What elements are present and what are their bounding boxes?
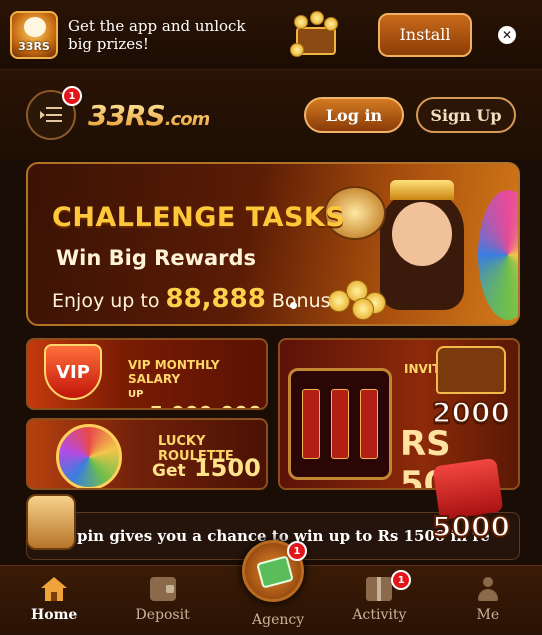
floating-treasure-chest-icon[interactable]	[436, 346, 506, 394]
vip-amount: 5,000,000	[149, 402, 262, 408]
roulette-amount: 1500	[193, 454, 261, 482]
menu-notification-badge: 1	[62, 86, 82, 106]
wallet-icon	[149, 577, 176, 601]
customer-service-icon[interactable]	[26, 494, 76, 550]
promo-enjoy-amount: 88,888	[165, 284, 266, 314]
menu-button[interactable]: 1	[26, 86, 82, 140]
floating-reward-5000[interactable]: 5000	[431, 509, 511, 544]
site-header: 1 33RS.com Log in Sign Up	[0, 70, 542, 160]
floating-reward-2000[interactable]: 2000	[431, 395, 511, 430]
nav-item-agency[interactable]: 1	[242, 540, 307, 602]
nav-label-home: Home	[31, 607, 78, 623]
nav-label-me: Me	[476, 607, 500, 623]
nav-label-agency[interactable]: Agency	[252, 612, 304, 628]
promo-carousel-banner[interactable]: CHALLENGE TASKS Win Big Rewards Enjoy up…	[26, 162, 520, 326]
vip-upto-label: UP TO	[128, 389, 144, 400]
activity-notification-badge: 1	[391, 570, 412, 590]
app-download-banner: 33RS Get the app and unlock big prizes! …	[0, 0, 542, 70]
prize-wheel-icon	[478, 190, 518, 320]
lucky-roulette-tile[interactable]: LUCKY ROULETTE Get 1500	[26, 418, 268, 490]
roulette-tile-amount-line: Get 1500	[152, 454, 261, 482]
roulette-wheel-icon	[56, 424, 122, 488]
app-logo-text: 33RS	[18, 39, 50, 53]
vip-salary-tile[interactable]: VIP VIP MONTHLY SALARY UP TO5,000,000	[26, 338, 268, 410]
nav-item-me[interactable]: Me	[434, 566, 542, 635]
app-banner-message: Get the app and unlock big prizes!	[68, 16, 246, 53]
nav-item-deposit[interactable]: Deposit	[108, 566, 216, 635]
nav-item-home[interactable]: Home	[0, 566, 108, 635]
home-icon	[41, 577, 68, 601]
brand-suffix: .com	[164, 108, 210, 130]
install-button[interactable]: Install	[378, 12, 472, 57]
vip-tile-amount-line: UP TO 5,000,000	[128, 378, 266, 408]
roulette-get-label: Get	[152, 461, 186, 481]
nav-label-activity: Activity	[352, 607, 407, 623]
nav-item-activity[interactable]: 1 Activity	[325, 566, 433, 635]
promo-title: CHALLENGE TASKS	[52, 202, 346, 233]
promo-enjoy-line: Enjoy up to 88,888 Bonus	[52, 284, 331, 314]
gift-icon	[366, 577, 393, 601]
promo-enjoy-suffix: Bonus	[271, 290, 331, 312]
treasure-chest-icon	[290, 9, 342, 61]
promo-enjoy-prefix: Enjoy up to	[52, 290, 160, 312]
login-button[interactable]: Log in	[304, 97, 404, 133]
app-logo: 33RS	[10, 10, 58, 59]
rooster-icon	[24, 16, 46, 37]
agency-notification-badge: 1	[287, 541, 307, 561]
user-icon	[475, 577, 501, 601]
signup-button[interactable]: Sign Up	[416, 97, 516, 133]
menu-icon	[40, 107, 62, 123]
coin-pile-icon	[328, 260, 408, 320]
close-banner-icon[interactable]: ✕	[498, 25, 516, 44]
nav-label-deposit: Deposit	[135, 607, 190, 623]
vip-badge-icon: VIP	[44, 344, 102, 400]
money-icon	[256, 555, 294, 589]
slot-machine-icon	[288, 368, 392, 480]
promo-subtitle: Win Big Rewards	[56, 246, 257, 270]
brand-main: 33RS	[88, 98, 165, 132]
site-logo[interactable]: 33RS.com	[88, 99, 209, 132]
carousel-indicator-dot[interactable]	[290, 302, 297, 309]
